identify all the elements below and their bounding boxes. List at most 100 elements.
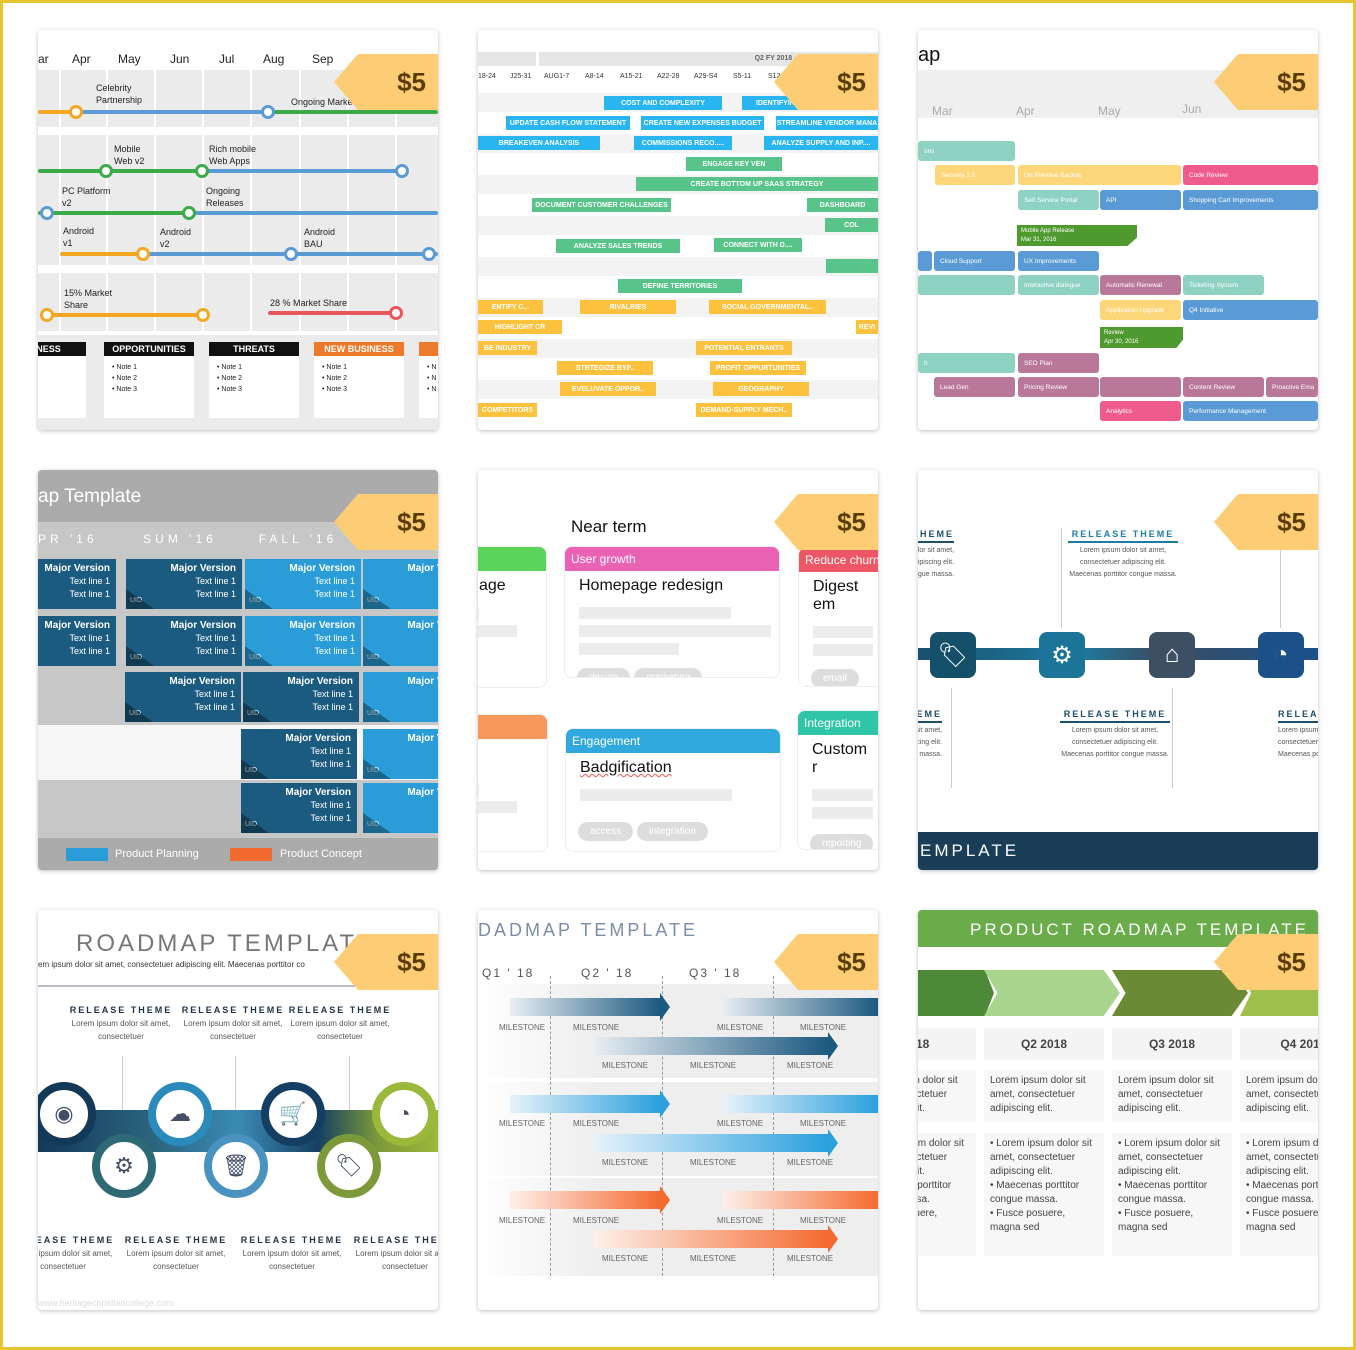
price-tag: $5 [774, 934, 878, 990]
tag-icon: 🏷 [930, 632, 976, 678]
template-card-green-roadmap[interactable]: $5 PRODUCT ROADMAP TEMPLATE 2018 Q2 2018… [918, 910, 1318, 1310]
text-label: On Premise Backup [1018, 165, 1181, 185]
decoration [478, 339, 878, 358]
decoration: Major Version UID [363, 729, 438, 779]
text-label: Note 3 [326, 386, 348, 393]
decoration: reporting [798, 825, 878, 849]
decoration: • Lorem ipsum dolor sit amet, consectetu… [1118, 1138, 1220, 1177]
text-label: Lorem ipsum dolor sit amet, consectetuer [126, 1249, 226, 1271]
text-label: Text line 1 [310, 800, 351, 810]
decoration [593, 1032, 838, 1060]
text-label: Q4 201 [1240, 1028, 1318, 1060]
decoration: RELEASE THEME Lorem ipsum dolor sit amet,… [1068, 528, 1178, 581]
text-label: Lorem ipsum dolor sit amet, consectetuer [290, 1019, 390, 1041]
text-label: MILESTONE [800, 1216, 847, 1225]
decoration: • Fusce posuere, magna sed [1246, 1207, 1318, 1235]
text-label: UID [245, 821, 258, 828]
text-label: Fusce posuere, magna sed [918, 1208, 938, 1219]
text-label: Lorem ipsum dolor sit amet, consectetuer… [1278, 727, 1318, 758]
template-card-season-roadmap[interactable]: $5 ap Template PR '16 SUM '16 FALL '16 M… [38, 470, 438, 870]
decoration: • Maecenas porttitor congue massa. [918, 1179, 970, 1207]
text-label: Custom r [812, 741, 868, 776]
decoration: • Note 1 [112, 364, 138, 371]
decoration [723, 1095, 878, 1113]
swot-box: THREATS • Note 1 • Note 2 • Note 3 [209, 342, 299, 418]
text-label: MILESTONE [499, 1023, 546, 1032]
text-label: Major Version [407, 563, 438, 574]
text-label: RELEASE THEME [69, 1005, 173, 1015]
text-label: MILESTONE [602, 1158, 649, 1167]
decoration [579, 643, 679, 655]
text-label: Reduce churn [799, 548, 878, 572]
decoration: Major Version UID [363, 672, 438, 722]
template-card-gantt-tasks[interactable]: $5 Q2 FY 2018 - 2019 18-24J25-31AUG1-7A8… [478, 30, 878, 430]
task-bar: DOCUMENT CUSTOMER CHALLENGES [532, 198, 671, 212]
task-bar: COL [825, 218, 878, 232]
price-tag: $5 [774, 54, 878, 110]
swot-box: • N • N • N [419, 342, 438, 418]
text-label: UID [130, 597, 143, 604]
decoration: Major Version UID [363, 616, 438, 666]
text-label: ROADMAP TEMPLATE [76, 930, 377, 957]
template-card-subway-roadmap[interactable]: $5 ar Apr May Jun Jul Aug Sep Oct Celebr… [38, 30, 438, 430]
text-label: Lorem ipsum dolor sit amet, consectetuer… [1112, 1070, 1232, 1122]
text-label: Lorem ipsum dolor sit amet, consectetuer… [918, 1138, 964, 1177]
text-label: AKNESS [38, 342, 86, 356]
text-label: MILESTONE [573, 1216, 620, 1225]
decoration [478, 607, 479, 619]
decoration [1172, 688, 1173, 788]
decoration [99, 164, 113, 178]
template-card-colorful-roadmap[interactable]: $5 ap Mar Apr May Jun ons Security 2.0 O… [918, 30, 1318, 430]
decoration: • Maecenas porttitor congue massa. [990, 1180, 1080, 1205]
decoration [478, 801, 517, 813]
task-bar: COMPETITORS [478, 403, 537, 417]
decoration [389, 306, 403, 320]
text-label: RELEASE THEME [353, 1235, 438, 1245]
text-label: MILESTONE [717, 1119, 764, 1128]
text-label: N [431, 386, 437, 393]
decoration: • Lorem ipsum dolor sit amet, consectetu… [984, 1133, 1104, 1256]
text-label: Major Version [407, 733, 438, 744]
decoration: • Fusce posuere, magna sed [1118, 1208, 1194, 1233]
decoration: • Lorem ipsum dolor sit amet, consectetu… [990, 1138, 1092, 1177]
decoration: RELEASE THEME Lorem ipsum dolor sit amet,… [1278, 708, 1318, 761]
text-label: Major Version [289, 620, 355, 631]
decoration: • Fusce posuere, magna sed [918, 1207, 970, 1235]
text-label: Text line 1 [310, 759, 351, 769]
decoration [579, 625, 771, 637]
milestone-label: Android v1 [63, 226, 95, 248]
task-bar: COST AND COMPLEXITY [604, 96, 722, 110]
decoration: • N [427, 386, 437, 393]
milestone-label: PC Platform v2 [62, 186, 111, 208]
decoration [268, 110, 438, 114]
text-label: MILESTONE [499, 1119, 546, 1128]
milestone-flag: Mobile App Release Mar 31, 2016 [1017, 225, 1137, 246]
task-bar: BREAKEVEN ANALYSIS [478, 136, 600, 150]
task-bar: CREATE NEW EXPENSES BUDGET [641, 116, 764, 130]
text-label: EME [918, 708, 942, 723]
milestone-label: 28 % Market Share [270, 298, 348, 308]
text-label: Fusce posuere, magna sed [1118, 1208, 1194, 1233]
template-card-arrow-roadmap[interactable]: $5 DADMAP TEMPLATE Q1 ' 18 Q2 ' 18 Q3 ' … [478, 910, 878, 1310]
decoration: • Note 2 [217, 375, 243, 382]
text-label: Ticketing System [1183, 275, 1264, 295]
decoration: • Lorem ipsum dolor sit amet, consectetu… [1246, 1137, 1318, 1179]
text-label: Apr [1016, 104, 1035, 118]
template-card-circle-roadmap[interactable]: $5 ROADMAP TEMPLATE em ipsum dolor sit a… [38, 910, 438, 1310]
text-label: May [1098, 104, 1121, 118]
template-card-icon-timeline[interactable]: $5 THEME Lorem ipsum dolor sit amet, cons… [918, 470, 1318, 870]
decoration: • Note 1 [322, 364, 348, 371]
decoration: design marketing [565, 661, 779, 677]
cart-icon: 🛒 [261, 1082, 325, 1146]
decoration: • Note 3 [112, 386, 138, 393]
text-label: Badgification [580, 759, 672, 776]
month-label: Jun [170, 52, 190, 66]
text-label: Pricing Review [1018, 377, 1099, 397]
decoration [43, 313, 203, 317]
text-label: email [811, 669, 859, 686]
decoration: • N [427, 364, 437, 371]
template-card-kanban[interactable]: $5 Near term age User growth Homepage red… [478, 470, 878, 870]
decoration [284, 247, 298, 261]
text-label: MILESTONE [787, 1254, 834, 1263]
decoration: • Lorem ipsum dolor sit amet, consectetu… [918, 1137, 970, 1179]
